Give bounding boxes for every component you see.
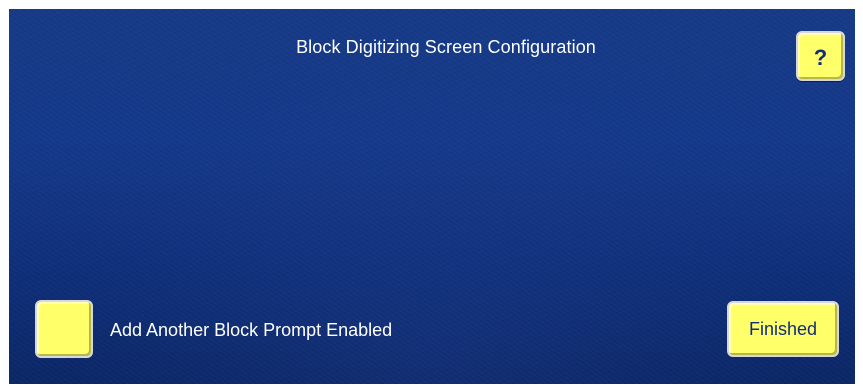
help-button[interactable]: ? — [796, 31, 845, 81]
finished-button[interactable]: Finished — [727, 301, 839, 357]
screen-title: Block Digitizing Screen Configuration — [296, 37, 596, 57]
configuration-screen: Block Digitizing Screen Configuration ? … — [9, 9, 855, 384]
add-block-prompt-checkbox[interactable] — [35, 300, 93, 358]
add-block-prompt-label: Add Another Block Prompt Enabled — [110, 320, 393, 340]
